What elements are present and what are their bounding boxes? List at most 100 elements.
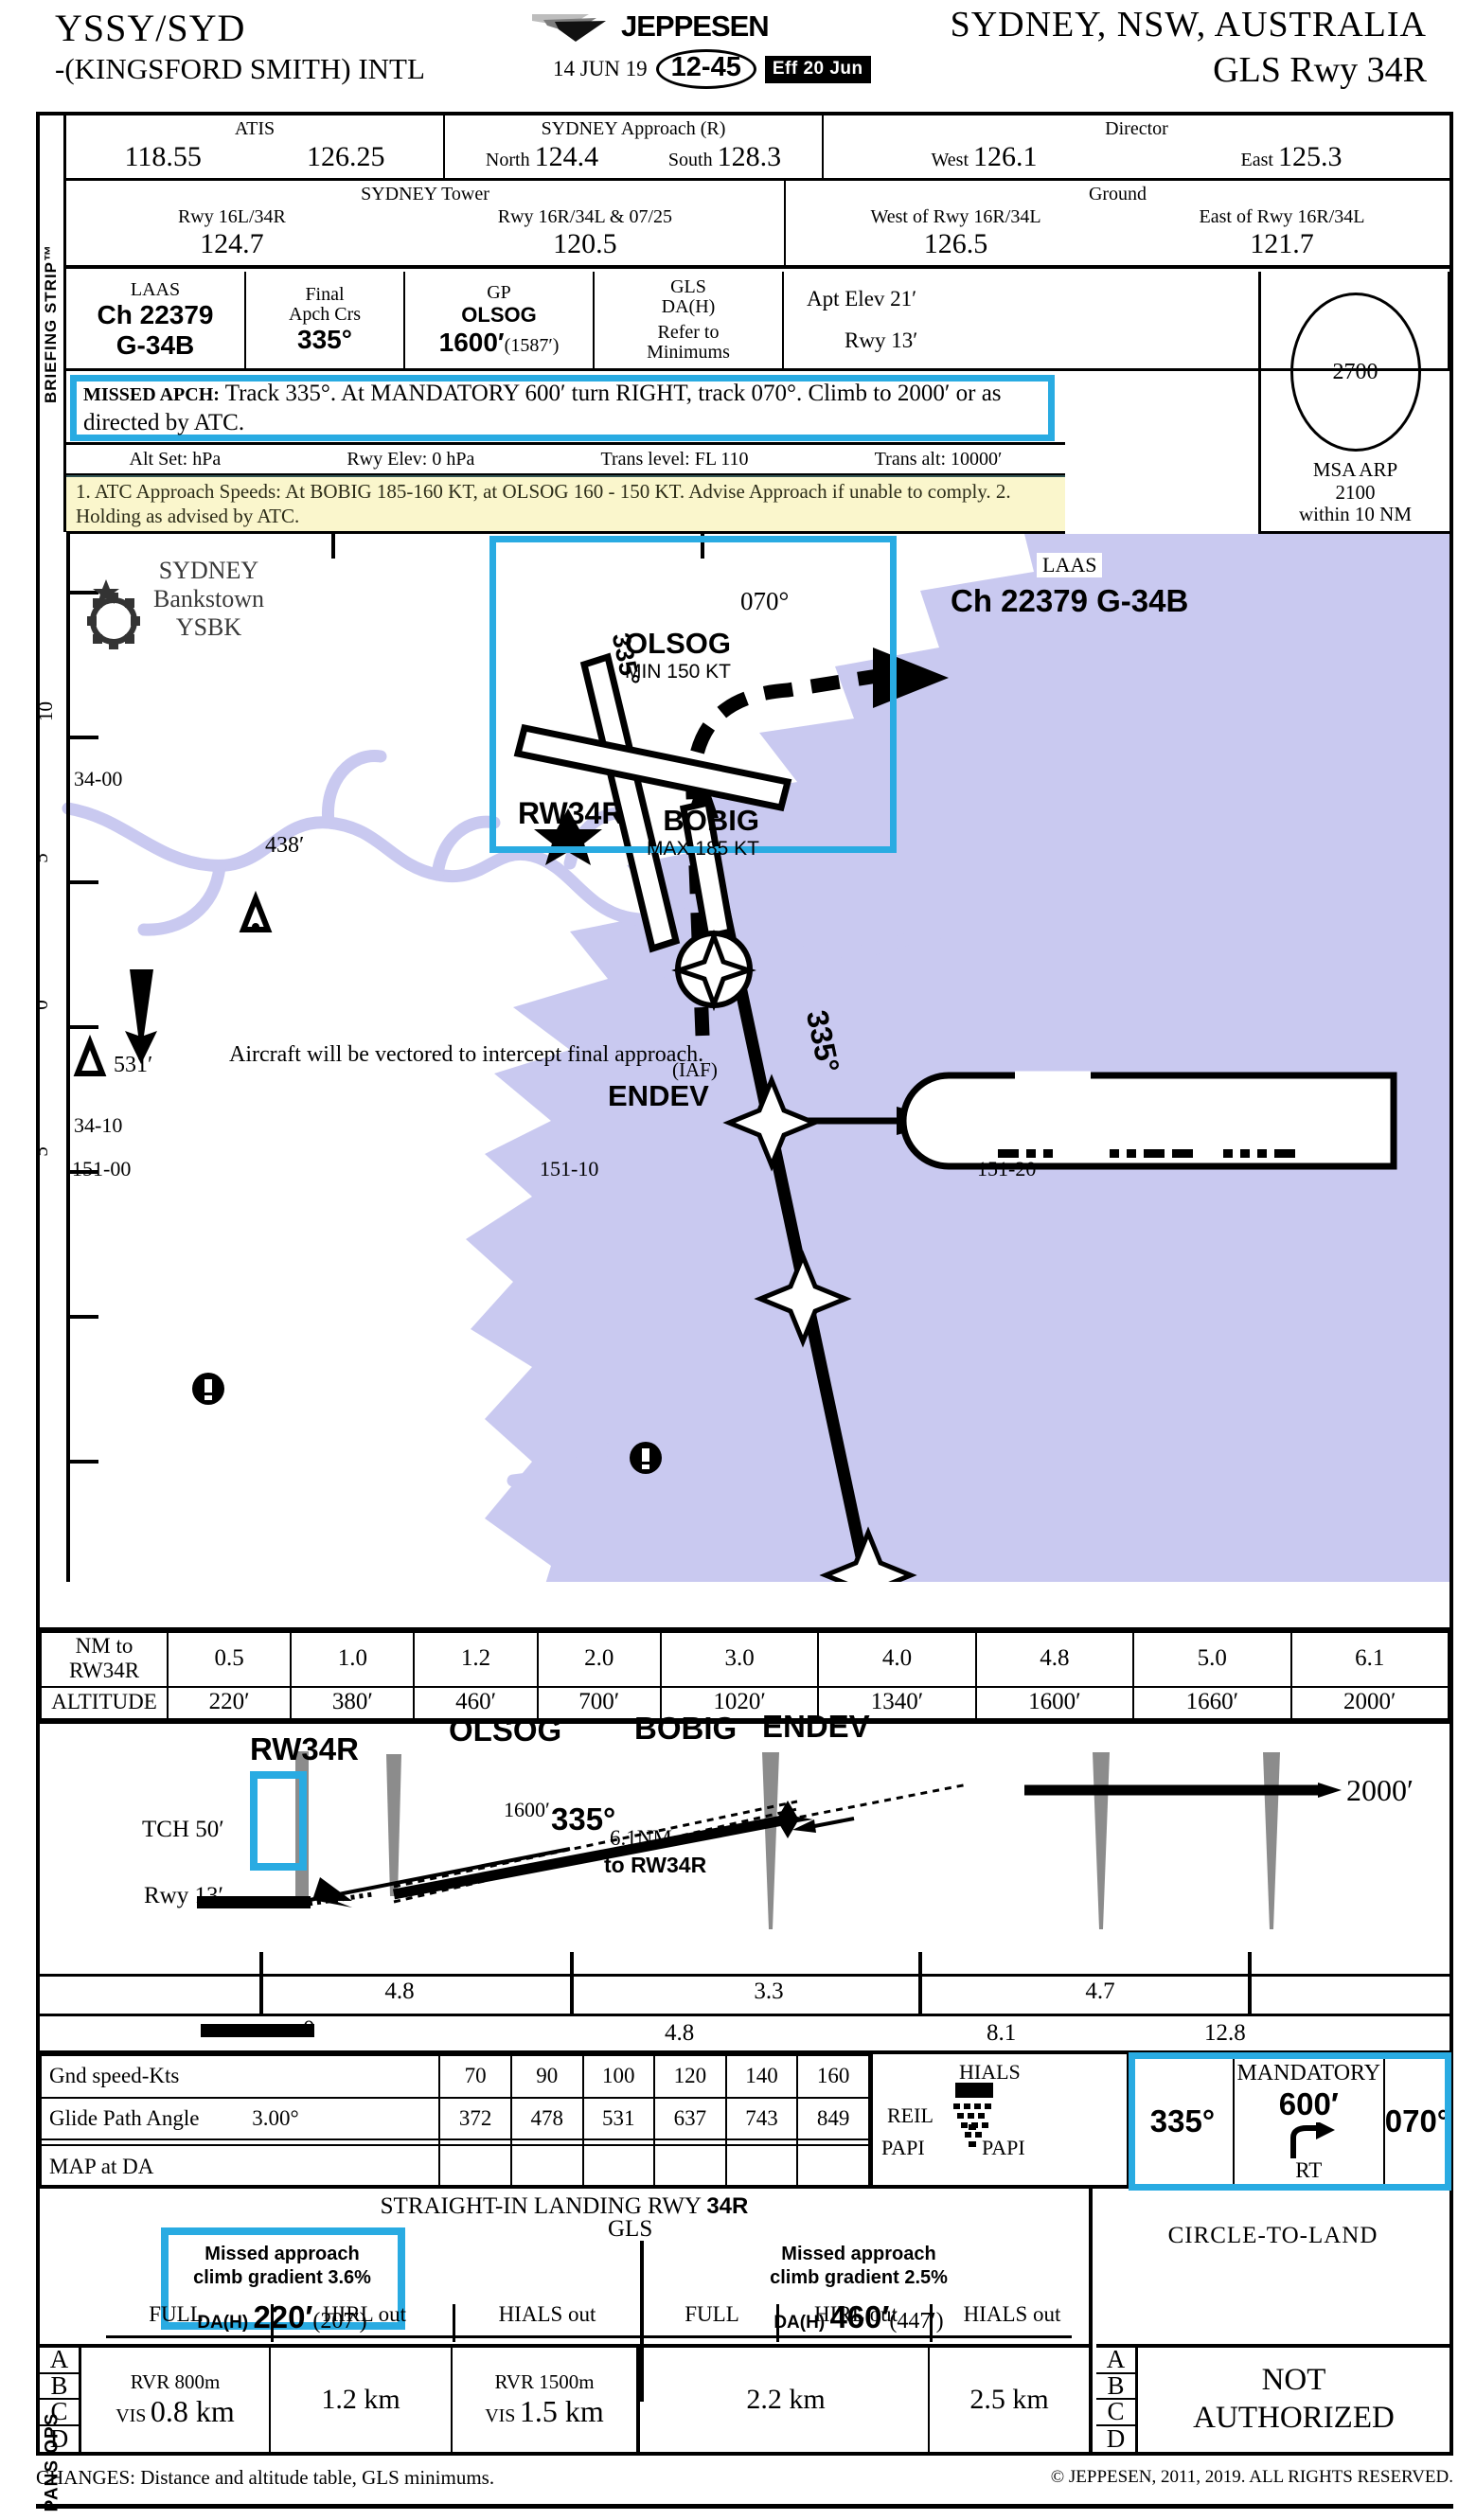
- profile-runway-label: RW34R: [250, 1731, 359, 1766]
- config-div-3: [776, 2304, 779, 2342]
- fix-olsog: OLSOG MIN 150 KT: [608, 627, 731, 683]
- missed-approach-text: Track 335°. At MANDATORY 600′ turn RIGHT…: [83, 381, 1002, 436]
- gs-0: 70: [438, 2054, 512, 2099]
- seg-divider-0: [259, 1952, 263, 2016]
- lon-label-151-20: 151-20: [977, 1157, 1037, 1180]
- laas-cell: LAAS Ch 22379 G-34B: [66, 272, 246, 368]
- approach-north: North 124.4: [486, 141, 598, 173]
- minima-3-km: 2.2 km: [746, 2384, 826, 2415]
- airport-icao-iata: YSSY/SYD: [55, 7, 246, 49]
- rod-5: 849: [796, 2096, 870, 2141]
- seg-divider-3: [1248, 1952, 1252, 2016]
- ground-speed-row: Gnd speed-Kts 70 90 100 120 140 160: [39, 2054, 870, 2099]
- rod-4: 743: [724, 2096, 799, 2141]
- minima-cell-0: RVR 800m VIS 0.8 km: [81, 2348, 271, 2452]
- tower-b-label: Rwy 16R/34L & 07/25: [497, 206, 673, 227]
- laas-callout-label: LAAS: [1037, 553, 1103, 577]
- laas-ident: G-34B: [116, 329, 195, 360]
- jeppesen-approach-chart: YSSY/SYD -(KINGSFORD SMITH) INTL JEPPESE…: [0, 0, 1476, 2520]
- ground-b-label: East of Rwy 16R/34L: [1199, 206, 1365, 227]
- circle-to-land-section: CIRCLE-TO-LAND A B C D NOT AUTHORIZED: [1096, 2189, 1449, 2453]
- trans-alt: Trans alt: 10000′: [874, 448, 1003, 470]
- alt-set: Alt Set: hPa: [129, 448, 222, 470]
- copyright-note: © JEPPESEN, 2011, 2019. ALL RIGHTS RESER…: [1050, 2467, 1453, 2487]
- lat-tick-34-10: 34-10: [74, 1113, 123, 1137]
- tower-freqs: Rwy 16L/34R 124.7 Rwy 16R/34L & 07/25 12…: [72, 206, 778, 260]
- communications-panel: ATIS 118.55 126.25 SYDNEY Approach (R) N…: [66, 115, 1449, 269]
- circle-to-land-status: NOT AUTHORIZED: [1138, 2348, 1449, 2452]
- distance-cell-7: 5.0: [1132, 1631, 1292, 1688]
- config-right-0: FULL: [685, 2302, 739, 2326]
- obstacle-438-label: 438′: [265, 833, 305, 858]
- msa-value: 2700: [1332, 359, 1378, 384]
- chart-frame: BRIEFING STRIP™ ATIS 118.55 126.25 SYDNE…: [36, 112, 1453, 2511]
- distance-cell-5: 4.0: [817, 1631, 977, 1688]
- director-west: West 126.1: [932, 141, 1038, 173]
- tower-b-freq: 120.5: [553, 228, 617, 259]
- ground-speed-label: Gnd speed-Kts: [39, 2054, 441, 2099]
- fix-olsog-name: OLSOG: [625, 627, 731, 660]
- ctl-cat-b: B: [1096, 2371, 1135, 2400]
- ma-panel-turn: RT: [1295, 2157, 1323, 2182]
- profile-dist-to-rwy-2: to RW34R: [604, 1853, 707, 1877]
- comm-row-2: SYDNEY Tower Rwy 16L/34R 124.7 Rwy 16R/3…: [66, 181, 1449, 269]
- changes-note: CHANGES: Distance and altitude table, GL…: [36, 2465, 495, 2489]
- dah-right-line1: Missed approach: [781, 2244, 936, 2264]
- fix-bobig-name: BOBIG: [663, 804, 759, 837]
- msa-caption-1: MSA ARP: [1312, 458, 1398, 481]
- lon-label-151-00: 151-00: [72, 1157, 132, 1180]
- approach-data-row: LAAS Ch 22379 G-34B Final Apch Crs 335° …: [66, 272, 1449, 371]
- chart-date: 14 JUN 19: [553, 57, 648, 80]
- dah-left-line2: climb gradient 3.6%: [193, 2267, 371, 2288]
- config-div-2: [453, 2304, 455, 2342]
- fix-endev-name: ENDEV: [608, 1079, 709, 1112]
- gp-altitude-group: 1600′(1587′): [439, 328, 560, 358]
- gs-3: 120: [653, 2054, 727, 2099]
- da-h-cell: GLS DA(H) Refer to Minimums: [595, 272, 784, 368]
- lat-label-5b: 5: [40, 1146, 53, 1157]
- minimums-values-table: A B C D RVR 800m VIS 0.8 km 1.2 km RVR 1…: [40, 2344, 1089, 2453]
- jeppesen-brand-text: JEPPESEN: [621, 9, 770, 43]
- lat-label-10: 10: [40, 701, 57, 721]
- ground-b: East of Rwy 16R/34L 121.7: [1200, 206, 1365, 260]
- tower-cell: SYDNEY Tower Rwy 16L/34R 124.7 Rwy 16R/3…: [66, 181, 786, 265]
- minima-2-vis-group: VIS 1.5 km: [485, 2394, 604, 2429]
- minima-0-vis-group: VIS 0.8 km: [116, 2394, 235, 2429]
- circle-to-land-body: A B C D NOT AUTHORIZED: [1096, 2344, 1449, 2453]
- distance-cell-6: 4.8: [974, 1631, 1135, 1688]
- ma-panel-altitude: 600′: [1278, 2085, 1339, 2121]
- tower-label: SYDNEY Tower: [361, 184, 489, 204]
- ground-freqs: West of Rwy 16R/34L 126.5 East of Rwy 16…: [791, 206, 1444, 260]
- ctl-cat-a: A: [1096, 2345, 1135, 2374]
- minima-4-km: 2.5 km: [969, 2384, 1049, 2415]
- tower-a-label: Rwy 16L/34R: [177, 206, 286, 227]
- glidepath-cell: GP OLSOG 1600′(1587′): [405, 272, 595, 368]
- profile-fix-endev: ENDEV: [762, 1709, 870, 1744]
- profile-rwy-elev: Rwy 13′: [144, 1883, 223, 1908]
- gs-1: 90: [509, 2054, 584, 2099]
- distance-cell-2: 1.2: [413, 1631, 539, 1688]
- profile-scale-row: 0 4.8 8.1 12.8: [40, 2016, 1449, 2054]
- ground-cell: Ground West of Rwy 16R/34L 126.5 East of…: [786, 181, 1449, 265]
- profile-dist-to-rwy: 6.1NM: [610, 1826, 672, 1850]
- rod-2: 531: [581, 2096, 656, 2141]
- procedure-notes: 1. ATC Approach Speeds: At BOBIG 185-160…: [66, 475, 1065, 534]
- atis-freqs: 118.55 126.25: [72, 141, 437, 173]
- tower-a-freq: 124.7: [200, 228, 264, 259]
- airport-name: -(KINGSFORD SMITH) INTL: [55, 52, 425, 85]
- straight-in-title-text: STRAIGHT-IN LANDING RWY: [380, 2193, 702, 2219]
- note-vector-text: Aircraft will be vectored to intercept f…: [229, 1042, 704, 1067]
- papi-left-label: PAPI: [881, 2136, 925, 2159]
- scale-1: 4.8: [665, 2020, 695, 2046]
- highlight-profile-missed-approach: [250, 1771, 307, 1871]
- atis-freq-2: 126.25: [306, 141, 385, 172]
- gls-dah-value-2: Minimums: [647, 342, 730, 363]
- rod-0: 372: [438, 2096, 512, 2141]
- bankstown-ident: YSBK: [175, 613, 242, 641]
- jeppesen-wing-icon: [532, 14, 606, 42]
- ground-a: West of Rwy 16R/34L 126.5: [870, 206, 1040, 260]
- profile-segment-distances: 4.8 3.3 4.7: [40, 1952, 1449, 2016]
- ma-panel-course: 335°: [1132, 2054, 1235, 2189]
- profile-view: RW34R TCH 50′ Rwy 13′ OLSOG BOBIG ENDEV …: [40, 1707, 1449, 1977]
- tower-a: Rwy 16L/34R 124.7: [178, 206, 286, 260]
